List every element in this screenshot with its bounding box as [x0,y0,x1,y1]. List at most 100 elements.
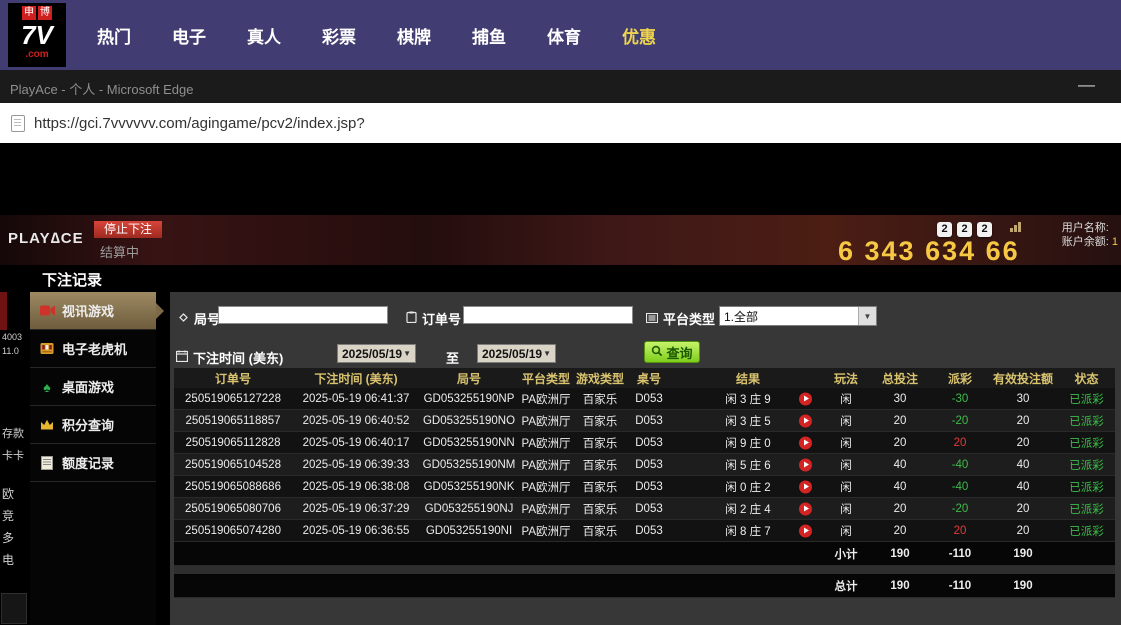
table-no: D053 [626,410,672,432]
table-no: D053 [626,454,672,476]
play-icon[interactable] [799,458,812,471]
list-icon [646,311,658,326]
play-icon[interactable] [799,392,812,405]
result: 闲 5 庄 6 [672,454,824,476]
platform-type: PA欧洲厅 [518,498,574,520]
query-button-label: 查询 [666,343,692,362]
die-icon: 2 [977,222,992,237]
sidebar-item-label: 积分查询 [62,415,114,434]
left-fragment: 竞 [2,507,14,524]
play-icon[interactable] [799,480,812,493]
column-header: 下注时间 (美东) [292,368,420,388]
table-row: 2505190651272282025-05-19 06:41:37GD0532… [174,388,1115,410]
valid-bet: 20 [988,410,1058,432]
site-logo[interactable]: 申 博 7V .com [8,3,66,67]
play-icon[interactable] [799,436,812,449]
result-text: 闲 9 庄 0 [725,438,770,450]
column-header: 结果 [672,368,824,388]
order-no: 250519065088686 [174,476,292,498]
date-to-value: 2025/05/19 [482,347,542,361]
nav-item-chess[interactable]: 棋牌 [397,23,431,48]
column-header: 状态 [1058,368,1115,388]
result: 闲 9 庄 0 [672,432,824,454]
status: 已派彩 [1058,454,1115,476]
payout: -40 [932,454,988,476]
caret-down-icon: ▼ [403,349,411,358]
crown-icon [39,419,55,430]
valid-bet: 20 [988,432,1058,454]
sidebar-item-table-games[interactable]: ♠ 桌面游戏 [30,368,156,406]
url-text[interactable]: https://gci.7vvvvvv.com/agingame/pcv2/in… [34,115,365,132]
nav-item-hot[interactable]: 热门 [97,23,131,48]
grand-total-valid-bet: 190 [988,574,1058,598]
date-to-picker[interactable]: 2025/05/19 ▼ [477,344,556,363]
total-bet: 40 [868,454,932,476]
calendar-icon [176,350,188,365]
round-input[interactable] [218,306,388,324]
window-title: PlayAce - 个人 - Microsoft Edge [10,79,194,98]
table-row: 2505190650886862025-05-19 06:38:08GD0532… [174,476,1115,498]
sidebar-item-points-query[interactable]: 积分查询 [30,406,156,444]
balance-value: 1 [1112,236,1118,248]
bet-table-header-row: 订单号下注时间 (美东)局号平台类型游戏类型桌号结果玩法总投注派彩有效投注额状态 [174,368,1115,388]
top-nav: 申 博 7V .com 热门 电子 真人 彩票 棋牌 捕鱼 体育 优惠 [0,0,1121,70]
sidebar-item-video-games[interactable]: 视讯游戏 [30,292,156,330]
play-icon[interactable] [799,524,812,537]
bet-time: 2025-05-19 06:37:29 [292,498,420,520]
order-no: 250519065118857 [174,410,292,432]
result: 闲 0 庄 2 [672,476,824,498]
document-icon [39,456,55,470]
bet-time: 2025-05-19 06:36:55 [292,520,420,542]
total-bet: 20 [868,432,932,454]
table-no: D053 [626,388,672,410]
round-label-text: 局号 [194,309,220,328]
nav-item-promo[interactable]: 优惠 [622,23,656,48]
play-icon[interactable] [799,502,812,515]
order-input[interactable] [463,306,633,324]
logo-badges: 申 博 [22,6,52,20]
order-label-text: 订单号 [422,309,461,328]
address-bar[interactable]: https://gci.7vvvvvv.com/agingame/pcv2/in… [0,103,1121,143]
left-bottom-box [1,593,27,624]
platform-label-text: 平台类型 [663,309,715,328]
table-no: D053 [626,432,672,454]
platform-select[interactable]: 1.全部 ▼ [719,306,877,326]
play: 闲 [824,432,868,454]
nav-item-sports[interactable]: 体育 [547,23,581,48]
valid-bet: 20 [988,520,1058,542]
playace-logo: PLAY∆CE [8,230,84,247]
bet-table: 订单号下注时间 (美东)局号平台类型游戏类型桌号结果玩法总投注派彩有效投注额状态… [174,368,1115,598]
play: 闲 [824,454,868,476]
payout: 20 [932,520,988,542]
nav-menu: 热门 电子 真人 彩票 棋牌 捕鱼 体育 优惠 [97,0,656,70]
nav-item-live[interactable]: 真人 [247,23,281,48]
query-button[interactable]: 查询 [644,341,700,363]
round-no: GD053255190NP [420,388,518,410]
table-row: 2505190651188572025-05-19 06:40:52GD0532… [174,410,1115,432]
date-from-picker[interactable]: 2025/05/19 ▼ [337,344,416,363]
nav-item-electronic[interactable]: 电子 [172,23,206,48]
result: 闲 3 庄 5 [672,410,824,432]
screen: 申 博 7V .com 热门 电子 真人 彩票 棋牌 捕鱼 体育 优惠 Play… [0,0,1121,625]
bet-time-label-text: 下注时间 (美东) [193,348,283,367]
play-icon[interactable] [799,414,812,427]
logo-badge-bo: 博 [38,6,52,20]
round-no: GD053255190NM [420,454,518,476]
payout: -20 [932,410,988,432]
status: 已派彩 [1058,520,1115,542]
play: 闲 [824,410,868,432]
sidebar-item-quota-records[interactable]: 额度记录 [30,444,156,482]
game-type: 百家乐 [574,432,626,454]
nav-item-lottery[interactable]: 彩票 [322,23,356,48]
round-no: GD053255190NI [420,520,518,542]
platform-type: PA欧洲厅 [518,454,574,476]
valid-bet: 20 [988,498,1058,520]
sidebar-item-slots[interactable]: 电子老虎机 [30,330,156,368]
spade-icon: ♠ [39,380,55,394]
total-bet: 20 [868,410,932,432]
sidebar-item-label: 桌面游戏 [62,377,114,396]
stop-betting-button[interactable]: 停止下注 [94,221,162,238]
minimize-button[interactable]: — [1078,75,1095,95]
nav-item-fishing[interactable]: 捕鱼 [472,23,506,48]
grand-total-total-bet: 190 [868,574,932,598]
